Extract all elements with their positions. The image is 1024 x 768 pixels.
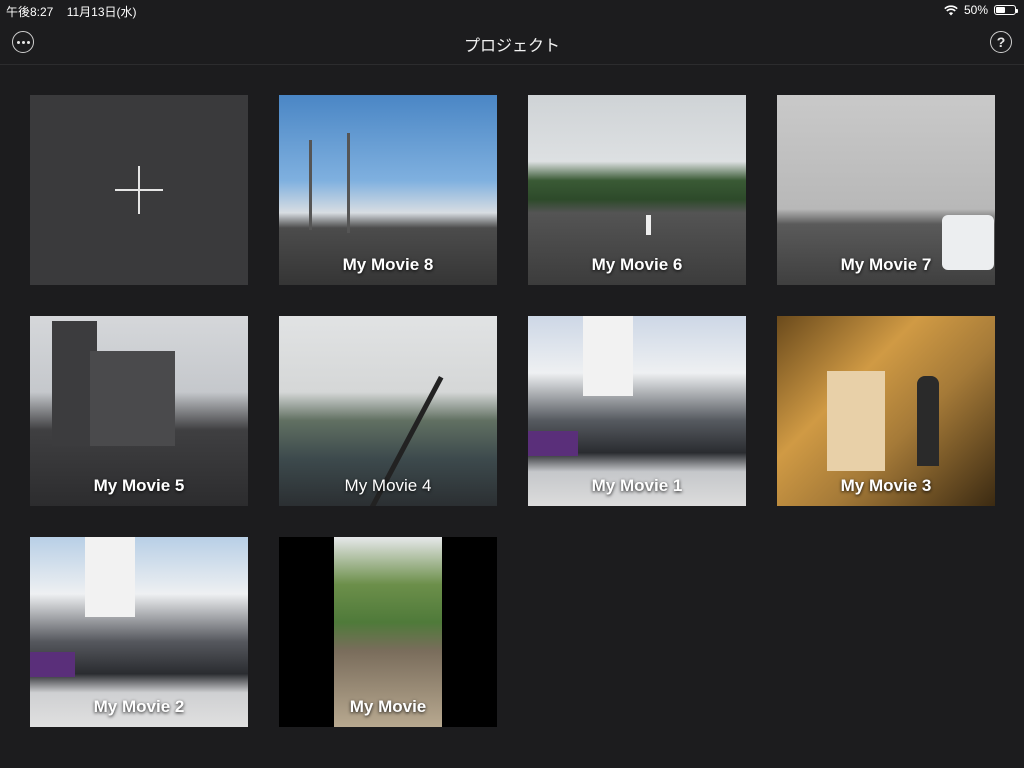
project-tile[interactable]: My Movie 5 <box>30 316 248 506</box>
project-grid: My Movie 8 My Movie 6 My Movie 7 My Movi… <box>30 95 995 727</box>
building-graphic <box>85 537 135 617</box>
project-tile[interactable]: My Movie 8 <box>279 95 497 285</box>
page-title: プロジェクト <box>463 38 560 55</box>
plus-icon <box>115 166 163 214</box>
new-project-button[interactable] <box>30 95 248 285</box>
battery-fill <box>996 7 1005 13</box>
project-title: My Movie 7 <box>840 255 932 274</box>
stage-graphic <box>30 652 75 677</box>
battery-percent: 50% <box>963 3 988 17</box>
project-title: My Movie 6 <box>591 255 683 274</box>
question-circle-icon: ? <box>996 34 1006 50</box>
building-graphic <box>90 351 175 446</box>
status-date: 11月13日(水) <box>66 5 137 19</box>
project-tile[interactable]: My Movie 3 <box>777 316 995 506</box>
status-left: 午後8:27 11月13日(水) <box>6 3 147 20</box>
project-title: My Movie 3 <box>840 476 932 495</box>
project-title: My Movie 1 <box>591 476 683 495</box>
battery-icon <box>994 5 1018 15</box>
project-title: My Movie 5 <box>93 476 185 495</box>
nav-header: プロジェクト ? <box>0 20 1024 65</box>
project-title: My Movie 8 <box>342 255 434 274</box>
building-graphic <box>583 316 633 396</box>
project-tile[interactable]: My Movie 1 <box>528 316 746 506</box>
project-title: My Movie <box>349 697 427 716</box>
project-tile[interactable]: My Movie 7 <box>777 95 995 285</box>
door-graphic <box>827 371 885 471</box>
project-tile[interactable]: My Movie <box>279 537 497 727</box>
stage-graphic <box>528 431 578 456</box>
status-right: 50% <box>944 3 1018 17</box>
project-tile[interactable]: My Movie 4 <box>279 316 497 506</box>
project-title: My Movie 2 <box>93 697 185 716</box>
project-tile[interactable]: My Movie 6 <box>528 95 746 285</box>
status-bar: 午後8:27 11月13日(水) 50% <box>0 0 1024 20</box>
help-button[interactable]: ? <box>990 31 1012 53</box>
project-tile[interactable]: My Movie 2 <box>30 537 248 727</box>
wifi-icon <box>944 4 958 15</box>
worker-graphic <box>917 376 939 466</box>
pole-graphic <box>309 140 312 230</box>
status-time: 午後8:27 <box>6 5 54 19</box>
pole-graphic <box>347 133 350 233</box>
lane-mark-graphic <box>646 215 651 235</box>
project-title: My Movie 4 <box>344 476 432 495</box>
